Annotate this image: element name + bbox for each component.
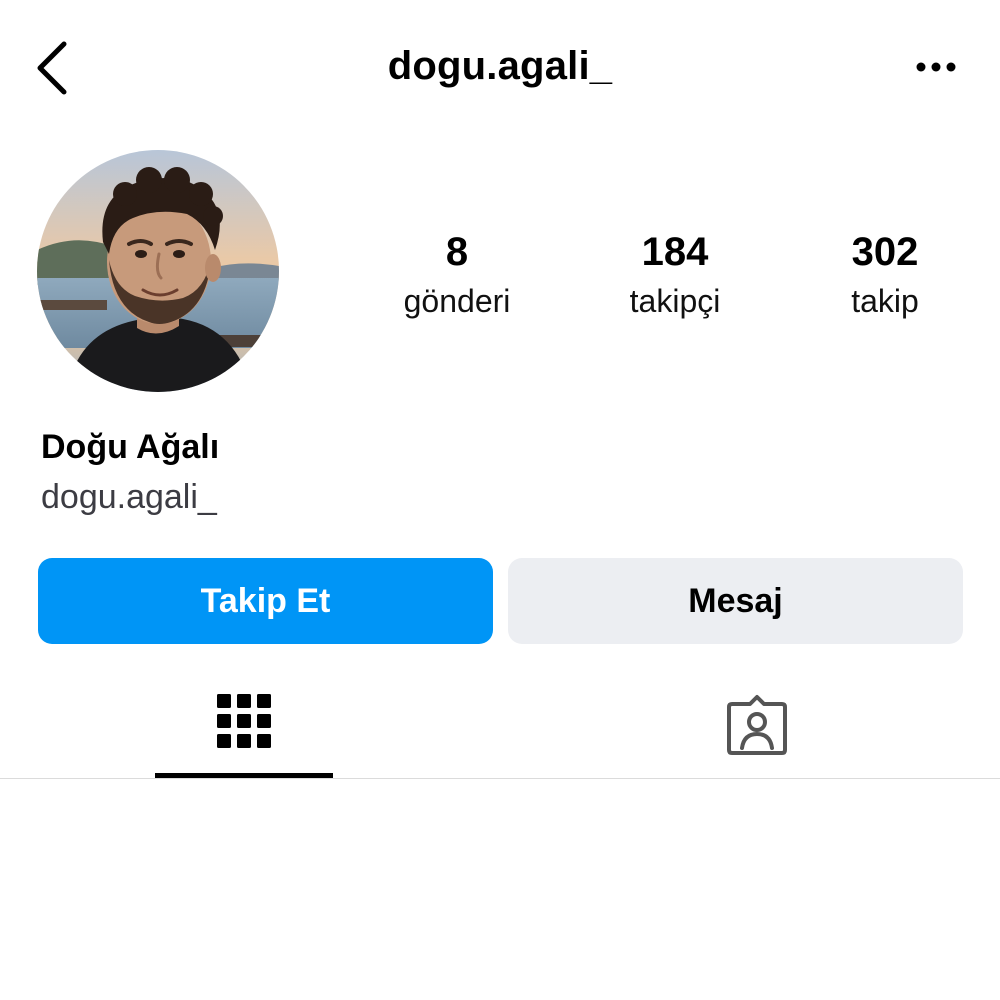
chevron-left-icon [37, 41, 67, 95]
stat-posts-label: gönderi [403, 283, 511, 319]
stat-following-label: takip [851, 283, 919, 319]
tagged-icon [727, 695, 787, 755]
profile-handle: dogu.agali_ [41, 478, 217, 516]
more-horizontal-icon [916, 62, 956, 72]
stat-followers-value: 184 [641, 230, 709, 274]
follow-button[interactable]: Takip Et [38, 558, 493, 644]
profile-name: Doğu Ağalı [41, 428, 220, 466]
header-title: dogu.agali_ [387, 44, 613, 88]
stat-followers-label: takipçi [629, 283, 721, 319]
more-options-button[interactable] [906, 50, 966, 84]
message-button[interactable]: Mesaj [508, 558, 963, 644]
stat-following[interactable]: 302 takip [775, 228, 995, 322]
tab-posts-grid[interactable] [155, 672, 333, 778]
back-button[interactable] [28, 38, 78, 98]
stat-posts-value: 8 [445, 230, 469, 274]
stat-followers[interactable]: 184 takipçi [565, 228, 785, 322]
profile-page: dogu.agali_ 8 gönderi 184 takipçi 302 ta… [0, 0, 1000, 1000]
tab-tagged[interactable] [668, 672, 846, 778]
stat-posts[interactable]: 8 gönderi [347, 228, 567, 322]
stat-following-value: 302 [851, 230, 919, 274]
profile-photo [37, 150, 279, 392]
posts-grid-area [0, 779, 1000, 1000]
avatar[interactable] [37, 150, 279, 392]
grid-icon [217, 694, 271, 748]
